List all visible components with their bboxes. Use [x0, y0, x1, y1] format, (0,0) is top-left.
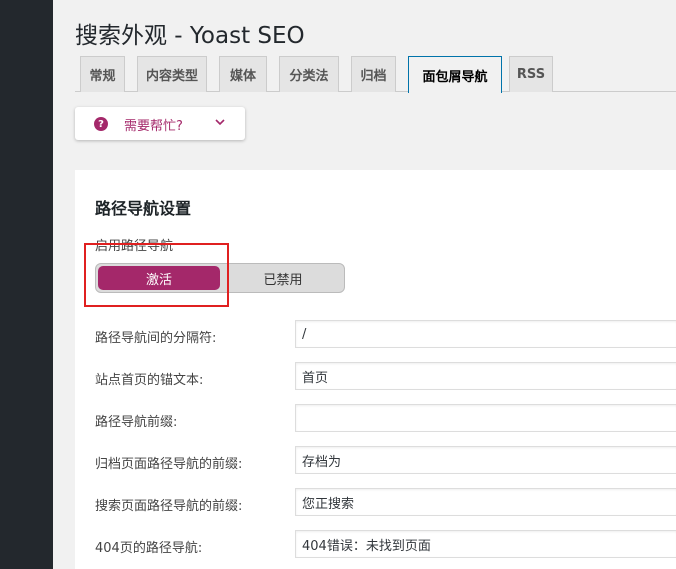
- chevron-down-icon: [215, 119, 225, 126]
- tab-breadcrumbs[interactable]: 面包屑导航: [408, 56, 502, 93]
- question-icon: ?: [94, 117, 108, 131]
- main-content: 搜索外观 - Yoast SEO 常规 内容类型 媒体 分类法 归档 面包屑导航…: [53, 0, 676, 569]
- 404-breadcrumb-label: 404页的路径导航:: [95, 541, 203, 556]
- tab-content-types[interactable]: 内容类型: [137, 56, 207, 92]
- archive-prefix-label: 归档页面路径导航的前缀:: [95, 457, 243, 472]
- breadcrumbs-settings-panel: 路径导航设置 启用路径导航 激活 已禁用 路径导航间的分隔符: 站点首页的锚文本…: [75, 170, 676, 569]
- search-prefix-input[interactable]: [295, 488, 676, 516]
- toggle-enabled-option[interactable]: 激活: [98, 266, 220, 290]
- tab-taxonomies[interactable]: 分类法: [279, 56, 339, 92]
- tab-general[interactable]: 常规: [80, 56, 125, 92]
- search-prefix-label: 搜索页面路径导航的前缀:: [95, 499, 243, 514]
- toggle-disabled-option[interactable]: 已禁用: [224, 266, 342, 290]
- enable-breadcrumbs-toggle: 激活 已禁用: [95, 263, 345, 293]
- prefix-label: 路径导航前缀:: [95, 415, 178, 430]
- prefix-input[interactable]: [295, 404, 676, 432]
- tab-bar: 常规 内容类型 媒体 分类法 归档 面包屑导航 RSS: [75, 55, 676, 93]
- page-title: 搜索外观 - Yoast SEO: [75, 23, 305, 49]
- admin-sidebar: [0, 0, 53, 569]
- archive-prefix-input[interactable]: [295, 446, 676, 474]
- tab-rss[interactable]: RSS: [509, 56, 553, 92]
- 404-breadcrumb-input[interactable]: [295, 530, 676, 558]
- home-anchor-input[interactable]: [295, 362, 676, 390]
- help-button[interactable]: ? 需要帮忙?: [75, 107, 245, 140]
- help-label: 需要帮忙?: [124, 119, 183, 134]
- tab-media[interactable]: 媒体: [219, 56, 267, 92]
- home-anchor-label: 站点首页的锚文本:: [95, 373, 204, 388]
- section-title: 路径导航设置: [95, 199, 192, 218]
- separator-label: 路径导航间的分隔符:: [95, 331, 217, 346]
- enable-breadcrumbs-label: 启用路径导航: [95, 239, 174, 254]
- separator-input[interactable]: [295, 320, 676, 348]
- tab-archives[interactable]: 归档: [351, 56, 396, 92]
